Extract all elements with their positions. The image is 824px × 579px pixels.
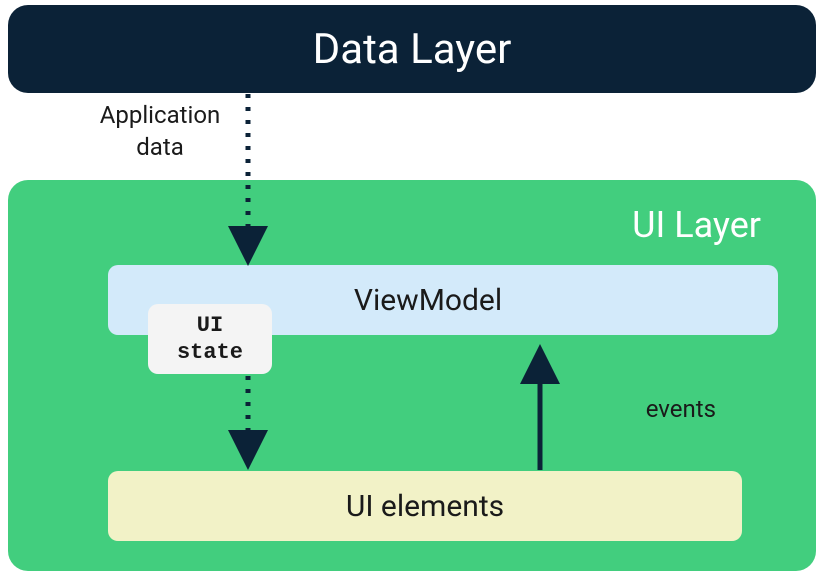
ui-elements-label: UI elements [346, 489, 504, 524]
events-label: events [646, 395, 716, 423]
ui-state-box: UIstate [148, 304, 272, 374]
application-data-label: Application data [85, 99, 235, 164]
data-layer-box: Data Layer [8, 5, 816, 93]
ui-layer-box: UI Layer ViewModel UIstate UI elements e… [8, 180, 816, 571]
viewmodel-label: ViewModel [354, 283, 502, 318]
ui-layer-title: UI Layer [632, 204, 761, 246]
ui-elements-box: UI elements [108, 471, 742, 541]
ui-state-label: UIstate [177, 312, 243, 367]
data-layer-title: Data Layer [313, 25, 512, 74]
